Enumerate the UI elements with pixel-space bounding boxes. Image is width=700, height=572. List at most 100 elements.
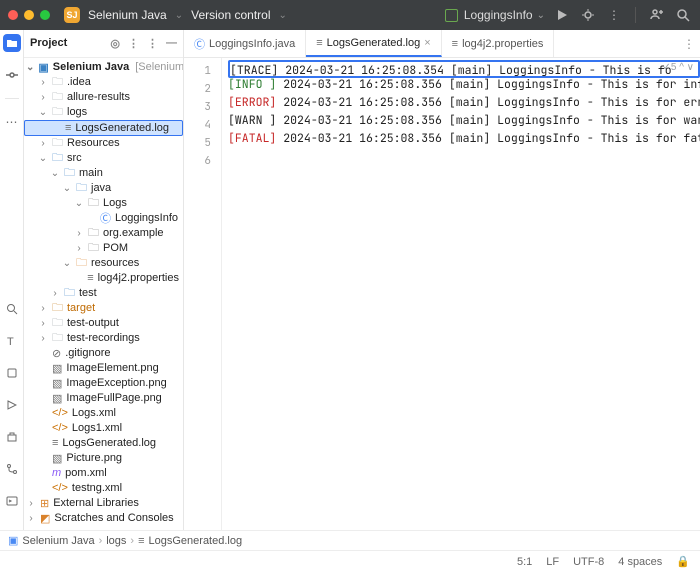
search-tool-icon[interactable] (3, 300, 21, 318)
minimize-window[interactable] (24, 10, 34, 20)
chevron-down-icon[interactable]: ⌄ (279, 10, 287, 21)
tree-item[interactable]: </>testng.xml (24, 481, 183, 496)
tree-item[interactable]: ⌄🗀resources (24, 256, 183, 271)
module-icon: ▣ (8, 534, 18, 547)
project-tool-icon[interactable] (3, 34, 21, 52)
tree-item[interactable]: ≡log4j2.properties (24, 271, 183, 286)
image-icon: ▧ (52, 452, 62, 465)
run-configuration[interactable]: LoggingsInfo⌄ (445, 8, 545, 22)
tree-item[interactable]: ▧ImageElement.png (24, 361, 183, 376)
line-separator[interactable]: LF (546, 556, 559, 568)
project-tree[interactable]: ⌄▣Selenium Java[SeleniumJava] ›🗀.idea ›🗀… (24, 58, 183, 530)
gutter: 123456 (184, 58, 222, 530)
tree-root[interactable]: ⌄▣Selenium Java[SeleniumJava] (24, 60, 183, 75)
code-with-me-icon[interactable] (648, 6, 666, 24)
folder-icon: 🗀 (52, 103, 63, 122)
readonly-lock-icon[interactable]: 🔒 (676, 555, 690, 568)
vcs-tool-icon[interactable] (3, 460, 21, 478)
window-controls (8, 10, 50, 20)
chevron-down-icon: ⌄ (537, 10, 545, 21)
build-tool-icon[interactable] (3, 428, 21, 446)
class-icon: Ⓒ (100, 210, 111, 226)
tree-item[interactable]: ≡LogsGenerated.log (24, 436, 183, 451)
file-icon: ≡ (316, 37, 322, 49)
tree-item[interactable]: ›🗀allure-results (24, 90, 183, 105)
terminal-tool-icon[interactable] (3, 492, 21, 510)
tree-item[interactable]: ›🗀test-recordings (24, 331, 183, 346)
tree-item[interactable]: ›⊞External Libraries (24, 496, 183, 511)
tree-item[interactable]: ›🗀.idea (24, 75, 183, 90)
tree-item[interactable]: ⌄🗀main (24, 166, 183, 181)
xml-icon: </> (52, 482, 68, 494)
close-window[interactable] (8, 10, 18, 20)
run-icon[interactable] (553, 6, 571, 24)
properties-icon: ≡ (87, 272, 93, 284)
breadcrumbs: ▣ Selenium Java › logs › ≡ LogsGenerated… (0, 530, 700, 550)
structure-tool-icon[interactable]: T (3, 332, 21, 350)
version-control-menu[interactable]: Version control (191, 8, 270, 22)
maximize-window[interactable] (40, 10, 50, 20)
panel-settings-icon[interactable]: ⋮ (147, 37, 158, 50)
tree-item[interactable]: ▧ImageException.png (24, 376, 183, 391)
tree-item[interactable]: </>Logs1.xml (24, 421, 183, 436)
image-icon: ▧ (52, 392, 62, 405)
tree-item[interactable]: ▧ImageFullPage.png (24, 391, 183, 406)
properties-icon: ≡ (452, 38, 458, 50)
hide-panel-icon[interactable]: — (166, 37, 177, 50)
folder-icon: 🗀 (52, 149, 63, 168)
close-tab-icon[interactable]: × (424, 37, 430, 49)
tree-item[interactable]: ›◩Scratches and Consoles (24, 511, 183, 526)
indent-settings[interactable]: 4 spaces (618, 556, 662, 568)
file-icon: ⊘ (52, 347, 61, 360)
tab-loggingsinfo-java[interactable]: ⒸLoggingsInfo.java (184, 30, 306, 57)
tree-item[interactable]: ▧Picture.png (24, 451, 183, 466)
scratches-icon: ◩ (40, 512, 50, 525)
bookmarks-tool-icon[interactable] (3, 364, 21, 382)
file-icon: ≡ (138, 535, 144, 547)
code-area[interactable]: [TRACE] 2024-03-21 16:25:08.354 [main] L… (222, 58, 700, 530)
editor-body[interactable]: 123456 [TRACE] 2024-03-21 16:25:08.354 [… (184, 58, 700, 530)
tree-item-selected[interactable]: ≡LogsGenerated.log (24, 120, 183, 136)
statusbar: 5:1 LF UTF-8 4 spaces 🔒 (0, 550, 700, 572)
tree-item[interactable]: ›🗀test (24, 286, 183, 301)
tab-log4j2-properties[interactable]: ≡log4j2.properties (442, 30, 555, 57)
tree-item[interactable]: mpom.xml (24, 466, 183, 481)
tree-item[interactable]: ⒸLoggingsInfo (24, 211, 183, 226)
tree-item[interactable]: </>Logs.xml (24, 406, 183, 421)
tab-logsgenerated-log[interactable]: ≡LogsGenerated.log× (306, 30, 441, 57)
tree-item[interactable]: ⌄🗀java (24, 181, 183, 196)
tree-item[interactable]: ›🗀POM (24, 241, 183, 256)
class-icon: Ⓒ (194, 36, 205, 52)
locate-icon[interactable]: ◎ (110, 37, 120, 50)
crumb[interactable]: logs (106, 535, 126, 547)
project-panel-title: Project (30, 37, 67, 49)
commit-tool-icon[interactable] (3, 66, 21, 84)
image-icon: ▧ (52, 377, 62, 390)
tree-item[interactable]: ⌄🗀Logs (24, 196, 183, 211)
crumb[interactable]: Selenium Java (22, 535, 94, 547)
tool-strip-left: ⋯ T (0, 30, 24, 530)
chevron-down-icon[interactable]: ⌄ (175, 10, 183, 21)
crumb-current[interactable]: LogsGenerated.log (149, 535, 243, 547)
tabs-more-icon[interactable]: ⋮ (678, 30, 700, 57)
collapse-all-icon[interactable]: ⋮ (128, 37, 139, 50)
run-tool-icon[interactable] (3, 396, 21, 414)
more-tools-icon[interactable]: ⋯ (3, 113, 21, 131)
tree-item[interactable]: ›🗀target (24, 301, 183, 316)
project-name[interactable]: Selenium Java (88, 8, 167, 22)
caret-position[interactable]: 5:1 (517, 556, 532, 568)
svg-text:T: T (7, 336, 14, 347)
image-icon: ▧ (52, 362, 62, 375)
tree-item[interactable]: ⌄🗀logs (24, 105, 183, 120)
tree-item[interactable]: ›🗀org.example (24, 226, 183, 241)
tree-item[interactable]: ›🗀Resources (24, 136, 183, 151)
tree-item[interactable]: ⊘.gitignore (24, 346, 183, 361)
tree-item[interactable]: ⌄🗀src (24, 151, 183, 166)
inspection-widget[interactable]: ✓5 ^ ∨ (662, 62, 694, 73)
folder-icon: 🗀 (64, 284, 75, 303)
debug-icon[interactable] (579, 6, 597, 24)
tree-item[interactable]: ›🗀test-output (24, 316, 183, 331)
more-actions-icon[interactable]: ⋮ (605, 6, 623, 24)
file-encoding[interactable]: UTF-8 (573, 556, 604, 568)
search-everywhere-icon[interactable] (674, 6, 692, 24)
